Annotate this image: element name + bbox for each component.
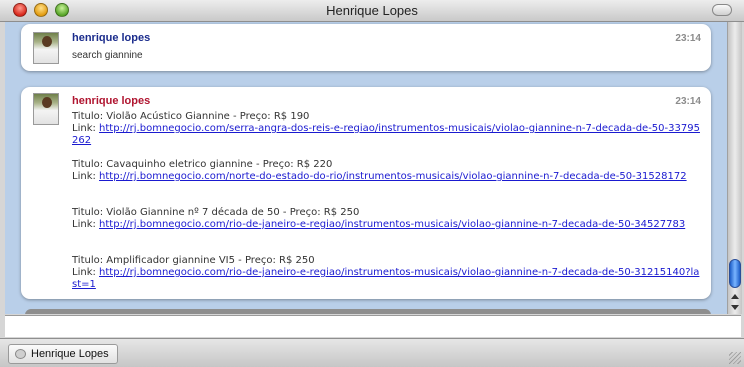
link-prefix: Link: [72,171,100,182]
message-sender: henrique lopes [72,95,151,107]
tab-label: Henrique Lopes [31,348,109,360]
link-prefix: Link: [72,219,100,230]
message-time: 23:14 [675,33,701,44]
chat-bubble-icon [15,349,26,359]
listing-item: Titulo: Violão Acústico Giannine - Preço… [72,111,702,147]
avatar[interactable] [33,32,59,64]
tab-henrique-lopes[interactable]: Henrique Lopes [8,344,118,364]
message-time: 23:14 [675,96,701,107]
toolbar-toggle-icon[interactable] [712,4,732,16]
title-bar[interactable]: Henrique Lopes [0,0,744,22]
link-prefix: Link: [72,267,100,278]
message-bubble: henrique lopes 23:14 Titulo: Violão Acús… [21,87,711,299]
listing-link[interactable]: http://rj.bomnegocio.com/serra-angra-dos… [72,123,700,146]
listing-link[interactable]: http://rj.bomnegocio.com/norte-do-estado… [99,171,687,182]
listing-link[interactable]: http://rj.bomnegocio.com/rio-de-janeiro-… [99,219,685,230]
message-sender: henrique lopes [72,32,151,44]
resize-grip-icon[interactable] [729,352,741,364]
chat-transcript[interactable]: henrique lopes 23:14 search giannine hen… [5,22,727,314]
listing-title: Titulo: Cavaquinho eletrico giannine - P… [72,159,333,170]
listing-item: Titulo: Amplificador giannine VI5 - Preç… [72,255,702,291]
message-bubble: henrique lopes 23:14 search giannine [21,24,711,71]
scroll-down-arrow-icon[interactable] [731,305,739,310]
listing-link[interactable]: http://rj.bomnegocio.com/rio-de-janeiro-… [72,267,699,290]
chat-window: Henrique Lopes henrique lopes 23:14 sear… [0,0,744,367]
listing-item: Titulo: Violão Giannine nº 7 década de 5… [72,207,702,231]
scroll-up-arrow-icon[interactable] [731,294,739,299]
scroll-thumb[interactable] [729,259,741,288]
listing-title: Titulo: Violão Giannine nº 7 década de 5… [72,207,360,218]
listing-item: Titulo: Cavaquinho eletrico giannine - P… [72,159,702,183]
tab-bar: Henrique Lopes [0,338,744,367]
avatar[interactable] [33,93,59,125]
message-text: search giannine [72,50,143,61]
listing-title: Titulo: Violão Acústico Giannine - Preço… [72,111,310,122]
message-input[interactable] [5,315,741,337]
next-message-edge [25,309,711,314]
link-prefix: Link: [72,123,100,134]
scrollbar[interactable] [727,22,742,314]
listing-title: Titulo: Amplificador giannine VI5 - Preç… [72,255,315,266]
window-title: Henrique Lopes [326,3,418,18]
